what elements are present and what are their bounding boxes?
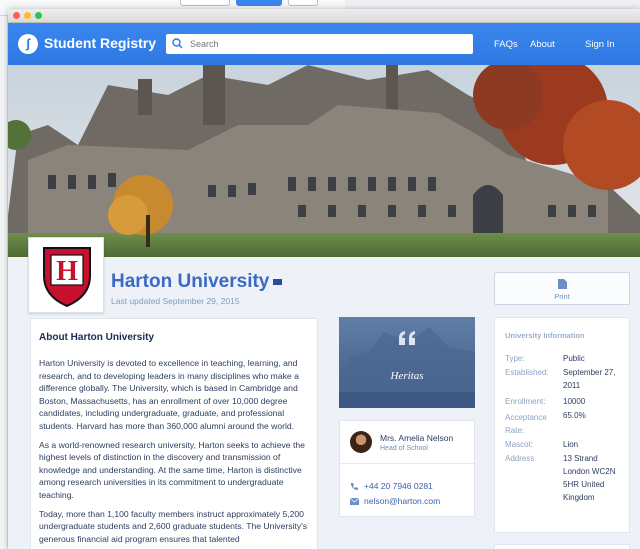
info-title: University Information <box>505 331 585 340</box>
background-tab-active <box>236 0 282 6</box>
acceptance-value: 65.0% <box>563 411 586 420</box>
shield-icon: H <box>43 247 91 308</box>
background-tab <box>180 0 230 6</box>
university-crest: H <box>28 237 104 313</box>
avatar <box>350 431 372 453</box>
mascot-value: Lion <box>563 440 579 449</box>
envelope-icon <box>350 498 359 505</box>
established-label: Established: <box>505 368 549 377</box>
print-icon <box>558 279 567 289</box>
established-value: September 27, 2011 <box>563 368 616 390</box>
quote-icon <box>399 331 415 345</box>
about-paragraph: Harton University is devoted to excellen… <box>39 358 299 431</box>
enrollment-value: 10000 <box>563 397 586 406</box>
phone-icon <box>351 483 358 490</box>
about-paragraph: As a world-renowned research university,… <box>39 439 305 500</box>
address-label: Address <box>505 454 535 463</box>
contact-name: Mrs. Amelia Nelson <box>380 433 454 443</box>
enrollment-label: Enrollment: <box>505 397 546 406</box>
mascot-label: Mascot: <box>505 440 534 449</box>
about-paragraph: Today, more than 1,100 faculty members i… <box>39 508 308 544</box>
secondary-info-card <box>494 544 630 549</box>
print-label: Print <box>554 292 570 301</box>
background-tab <box>288 0 318 6</box>
close-window-button[interactable] <box>13 12 20 19</box>
top-navbar: ʃ Student Registry FAQs About Sign In <box>8 23 640 65</box>
search-icon <box>172 38 183 49</box>
last-updated: Last updated September 29, 2015 <box>111 296 240 306</box>
university-name-text: Harton University <box>111 271 270 292</box>
uk-flag-icon <box>273 278 283 285</box>
contact-role: Head of School <box>380 445 428 452</box>
about-title: About Harton University <box>39 332 155 343</box>
window-titlebar <box>8 9 640 23</box>
university-info-card: University Information Type: Public Esta… <box>494 317 630 533</box>
nav-signin-link[interactable]: Sign In <box>585 39 615 50</box>
nav-faqs-link[interactable]: FAQs <box>494 39 518 50</box>
contact-card: Mrs. Amelia Nelson Head of School +44 20… <box>339 420 475 517</box>
type-value: Public <box>563 354 585 363</box>
background-window-edge <box>0 16 8 549</box>
brand-title[interactable]: Student Registry <box>44 35 156 51</box>
address-value: 13 Strand London WC2N 5HR United Kingdom <box>563 454 616 502</box>
search-input[interactable] <box>190 36 466 52</box>
type-label: Type: <box>505 354 525 363</box>
crest-letter: H <box>56 256 78 287</box>
divider <box>340 463 474 464</box>
university-name: Harton University <box>111 271 283 293</box>
motto-text: Heritas <box>390 370 424 382</box>
contact-email-link[interactable]: nelson@harton.com <box>364 496 440 506</box>
browser-window: ʃ Student Registry FAQs About Sign In <box>8 9 640 549</box>
zoom-window-button[interactable] <box>35 12 42 19</box>
acceptance-label: Acceptance Rate: <box>505 413 547 435</box>
search-box[interactable] <box>166 34 473 54</box>
contact-phone[interactable]: +44 20 7946 0281 <box>364 481 433 491</box>
campus-hero-photo <box>8 65 640 257</box>
minimize-window-button[interactable] <box>24 12 31 19</box>
motto-card: Heritas <box>339 317 475 408</box>
print-button[interactable]: Print <box>494 272 630 305</box>
registry-logo-icon[interactable]: ʃ <box>18 34 38 54</box>
nav-about-link[interactable]: About <box>530 39 555 50</box>
about-card: About Harton University Harton Universit… <box>30 318 318 549</box>
